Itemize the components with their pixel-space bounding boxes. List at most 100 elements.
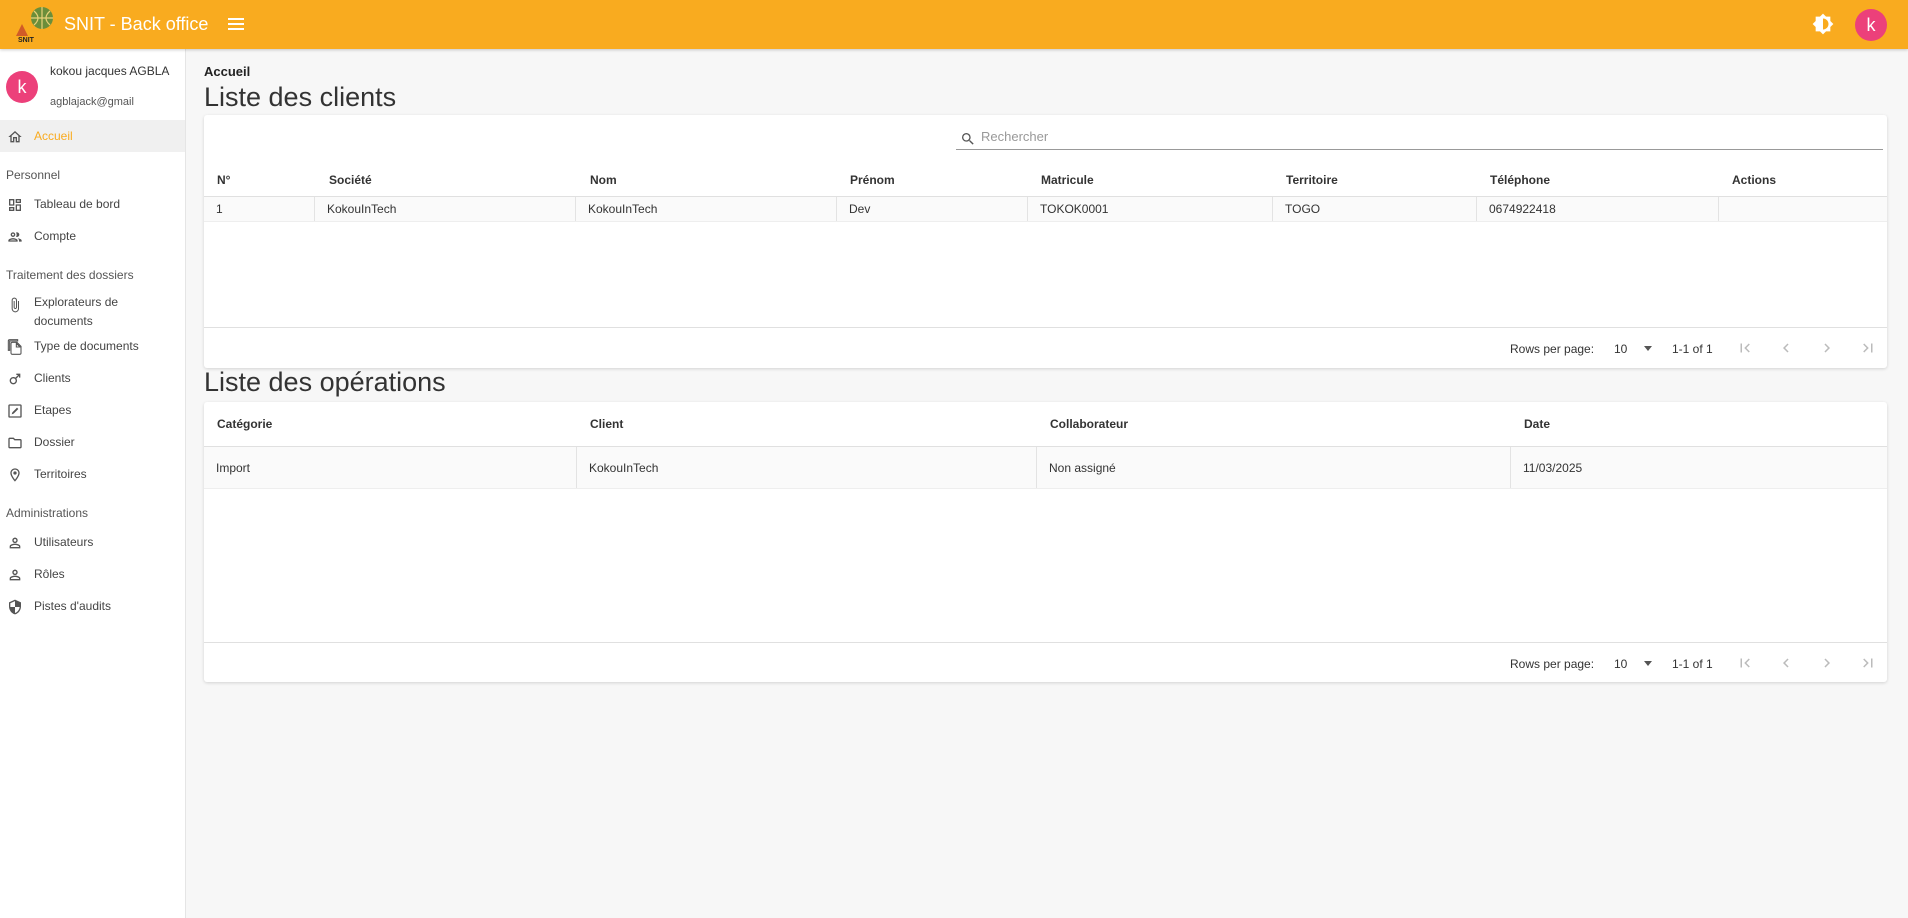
home-icon xyxy=(8,131,22,143)
column-header-numero[interactable]: N° xyxy=(217,173,230,187)
sidebar-item-compte[interactable]: Compte xyxy=(0,220,185,252)
sidebar-item-label: Compte xyxy=(34,229,77,243)
sidebar-item-label: Etapes xyxy=(34,403,72,417)
table-cell: KokouInTech xyxy=(315,197,576,221)
breadcrumb: Accueil xyxy=(204,64,251,79)
operations-table-header: Catégorie Client Collaborateur Date xyxy=(204,402,1887,447)
location-pin-icon xyxy=(10,468,20,482)
sidebar-item-label: Rôles xyxy=(34,567,65,581)
user-profile: k kokou jacques AGBLA agblajack@gmail xyxy=(0,49,185,120)
shield-icon xyxy=(9,599,21,615)
column-header-territoire[interactable]: Territoire xyxy=(1286,173,1338,187)
column-header-date[interactable]: Date xyxy=(1524,417,1550,431)
chevron-down-icon[interactable] xyxy=(1644,346,1652,351)
sidebar-item-explorateurs[interactable]: Explorateurs de documents xyxy=(0,288,185,330)
sidebar-item-utilisateurs[interactable]: Utilisateurs xyxy=(0,526,185,558)
search-input[interactable] xyxy=(981,129,1861,144)
clients-title: Liste des clients xyxy=(204,82,397,112)
column-header-matricule[interactable]: Matricule xyxy=(1041,173,1094,187)
column-header-actions: Actions xyxy=(1732,173,1777,187)
sidebar-item-accueil[interactable]: Accueil xyxy=(0,120,185,152)
table-cell: 0674922418 xyxy=(1477,197,1719,221)
table-cell-actions xyxy=(1719,197,1887,221)
column-header-client[interactable]: Client xyxy=(590,417,623,431)
next-page-icon[interactable] xyxy=(1818,339,1836,357)
column-header-categorie[interactable]: Catégorie xyxy=(217,417,272,431)
avatar: k xyxy=(6,71,38,103)
sidebar-item-tableau-de-bord[interactable]: Tableau de bord xyxy=(0,188,185,220)
table-cell: Import xyxy=(204,447,577,488)
sidebar-item-label: Clients xyxy=(34,371,71,385)
search-icon xyxy=(962,133,974,145)
table-cell: 1 xyxy=(204,197,315,221)
sidebar-item-label: Territoires xyxy=(34,467,87,481)
table-cell: 11/03/2025 xyxy=(1523,460,1583,475)
column-header-collaborateur[interactable]: Collaborateur xyxy=(1050,417,1128,431)
next-page-icon[interactable] xyxy=(1818,654,1836,672)
table-cell: TOKOK0001 xyxy=(1028,197,1273,221)
operations-title: Liste des opérations xyxy=(204,367,446,397)
clients-pagination: Rows per page: 10 1-1 of 1 xyxy=(204,327,1887,367)
column-header-societe[interactable]: Société xyxy=(329,173,372,187)
copy-icon xyxy=(7,339,22,355)
rows-per-page-select[interactable]: 10 xyxy=(1614,657,1627,671)
chevron-down-icon[interactable] xyxy=(1644,661,1652,666)
snit-logo: SNIT xyxy=(16,7,53,44)
sidebar-section-traitement: Traitement des dossiers xyxy=(6,268,134,282)
table-cell: Dev xyxy=(837,197,1028,221)
table-cell: TOGO xyxy=(1273,197,1477,221)
brightness-icon[interactable] xyxy=(1812,13,1834,35)
sidebar-item-label: Tableau de bord xyxy=(34,197,121,211)
paperclip-icon xyxy=(11,297,19,313)
sidebar-item-pistes-audits[interactable]: Pistes d'audits xyxy=(0,590,185,622)
table-cell: Non assigné xyxy=(1037,447,1511,488)
folder-icon xyxy=(8,437,22,449)
sidebar-item-label: Dossier xyxy=(34,435,75,449)
sidebar-item-label: Type de documents xyxy=(34,339,139,353)
svg-text:SNIT: SNIT xyxy=(18,37,35,44)
sidebar-item-clients[interactable]: Clients xyxy=(0,362,185,394)
table-cell: KokouInTech xyxy=(576,197,837,221)
menu-icon[interactable] xyxy=(226,14,246,34)
last-page-icon[interactable] xyxy=(1859,339,1877,357)
previous-page-icon[interactable] xyxy=(1777,339,1795,357)
rows-per-page-select[interactable]: 10 xyxy=(1614,342,1627,356)
account-icon xyxy=(8,232,22,242)
pagination-range: 1-1 of 1 xyxy=(1672,342,1713,356)
table-cell: KokouInTech xyxy=(577,447,1037,488)
sidebar-item-label: Utilisateurs xyxy=(34,535,94,549)
rows-per-page-label: Rows per page: xyxy=(1510,657,1595,671)
column-header-telephone[interactable]: Téléphone xyxy=(1490,173,1550,187)
column-header-nom[interactable]: Nom xyxy=(590,173,617,187)
clients-table-card: N° Société Nom Prénom Matricule Territoi… xyxy=(204,115,1887,368)
first-page-icon[interactable] xyxy=(1736,339,1754,357)
search-field[interactable] xyxy=(956,128,1883,150)
operations-table-card: Catégorie Client Collaborateur Date Impo… xyxy=(204,402,1887,682)
table-row[interactable]: Import KokouInTech Non assigné 11/03/202… xyxy=(204,447,1887,489)
person-icon xyxy=(9,569,21,581)
sidebar-section-personnel: Personnel xyxy=(6,168,61,182)
user-email: agblajack@gmail xyxy=(50,96,134,108)
sidebar-item-etapes[interactable]: Etapes xyxy=(0,394,185,426)
sidebar-section-administrations: Administrations xyxy=(6,506,89,520)
rows-per-page-label: Rows per page: xyxy=(1510,342,1595,356)
first-page-icon[interactable] xyxy=(1736,654,1754,672)
sidebar-item-label: Accueil xyxy=(34,129,73,143)
sidebar-item-territoires[interactable]: Territoires xyxy=(0,458,185,490)
table-row[interactable]: 1 KokouInTech KokouInTech Dev TOKOK0001 … xyxy=(204,197,1887,222)
male-icon xyxy=(9,373,21,385)
previous-page-icon[interactable] xyxy=(1777,654,1795,672)
person-icon xyxy=(9,537,21,549)
sidebar-item-type-de-documents[interactable]: Type de documents xyxy=(0,330,185,362)
sidebar: k kokou jacques AGBLA agblajack@gmail Ac… xyxy=(0,49,186,918)
column-header-prenom[interactable]: Prénom xyxy=(850,173,895,187)
user-avatar-button[interactable]: k xyxy=(1855,9,1887,41)
dashboard-icon xyxy=(9,199,21,211)
app-title: SNIT - Back office xyxy=(64,14,209,34)
sidebar-item-label: Pistes d'audits xyxy=(34,599,111,613)
operations-pagination: Rows per page: 10 1-1 of 1 xyxy=(204,642,1887,682)
sidebar-item-dossier[interactable]: Dossier xyxy=(0,426,185,458)
last-page-icon[interactable] xyxy=(1859,654,1877,672)
edit-square-icon xyxy=(8,404,22,418)
sidebar-item-roles[interactable]: Rôles xyxy=(0,558,185,590)
